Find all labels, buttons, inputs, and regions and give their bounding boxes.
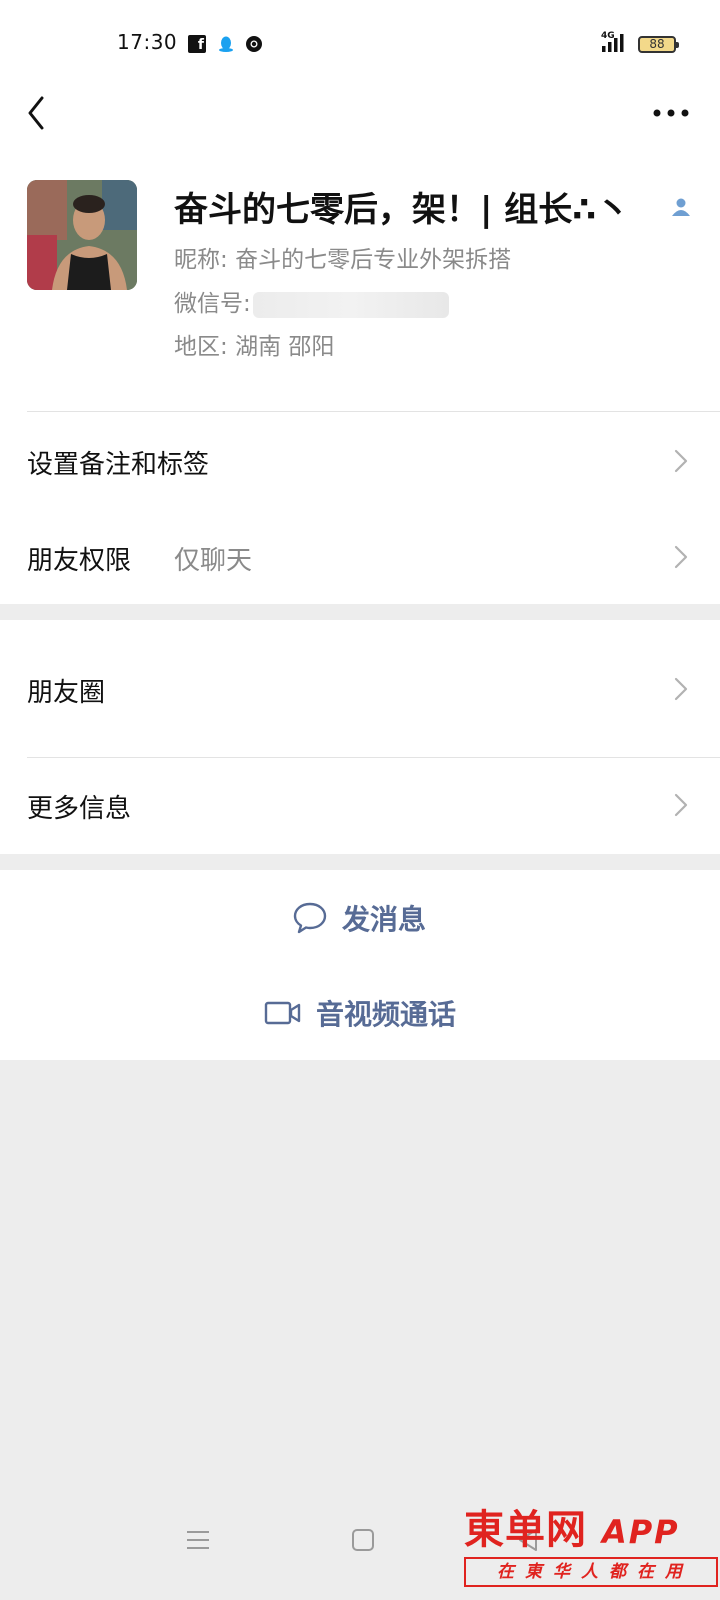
battery-level: 88 (649, 37, 665, 51)
nickname-line: 昵称: 奋斗的七零后专业外架拆搭 (174, 240, 511, 274)
row-label: 朋友圈 (27, 678, 106, 708)
chevron-left-icon[interactable] (20, 94, 56, 130)
wechat-id-label: 微信号: (174, 291, 251, 317)
chevron-right-icon (674, 545, 688, 569)
row-remark-tags[interactable]: 设置备注和标签 (0, 412, 720, 508)
nav-bar (0, 90, 720, 160)
video-call-button[interactable]: 音视频通话 (264, 966, 456, 1060)
watermark-app: APP (601, 1513, 680, 1551)
chat-bubble-icon (293, 902, 327, 934)
qq-icon (219, 36, 233, 52)
section-gap (0, 854, 720, 870)
chevron-right-icon (674, 677, 688, 701)
wechat-id-redacted (252, 291, 449, 318)
section-gap (0, 604, 720, 620)
row-more-info[interactable]: 更多信息 (0, 758, 720, 854)
region-label: 地区: (174, 334, 236, 360)
watermark-logo: 東单网 APP 在東华人都在用 (464, 1508, 718, 1587)
row-label: 设置备注和标签 (27, 450, 210, 480)
avatar[interactable] (27, 180, 137, 290)
row-label: 更多信息 (27, 794, 132, 824)
nickname-label: 昵称: (174, 247, 236, 273)
watermark-slogan: 在東华人都在用 (464, 1557, 718, 1587)
row-label: 朋友权限 (27, 546, 132, 576)
battery-icon: 88 (638, 36, 679, 53)
menu-lines-icon[interactable] (184, 1526, 212, 1554)
chrome-icon (246, 36, 262, 52)
send-message-action[interactable]: 发消息 (0, 870, 720, 966)
nickname-value: 奋斗的七零后专业外架拆搭 (235, 247, 512, 273)
video-call-action[interactable]: 音视频通话 (0, 966, 720, 1060)
status-time: 17:30 (117, 30, 178, 54)
region-value: 湖南 邵阳 (235, 334, 335, 360)
watermark-brand: 東单网 (464, 1506, 587, 1553)
more-dots-icon[interactable] (652, 103, 690, 123)
video-call-label: 音视频通话 (316, 998, 457, 1031)
chevron-right-icon (674, 793, 688, 817)
row-value: 仅聊天 (174, 546, 253, 576)
video-camera-icon (264, 1001, 301, 1025)
wechat-id-line: 微信号: (174, 284, 449, 318)
chevron-right-icon (674, 449, 688, 473)
status-bar: 17:30 f 4G 88 (0, 0, 720, 90)
send-message-button[interactable]: 发消息 (292, 870, 426, 966)
facebook-icon: f (188, 35, 206, 53)
row-moments[interactable]: 朋友圈 (0, 620, 720, 758)
row-friend-permissions[interactable]: 朋友权限 仅聊天 (0, 508, 720, 604)
profile-header: 奋斗的七零后，架！| 组长∴丶 昵称: 奋斗的七零后专业外架拆搭 微信号: 地区… (0, 160, 720, 412)
signal-icon (602, 34, 624, 52)
send-message-label: 发消息 (342, 903, 427, 936)
home-square-icon[interactable] (349, 1526, 377, 1554)
display-name: 奋斗的七零后，架！| 组长∴丶 (174, 190, 630, 230)
region-line: 地区: 湖南 邵阳 (174, 327, 334, 361)
contact-person-icon (672, 198, 690, 216)
